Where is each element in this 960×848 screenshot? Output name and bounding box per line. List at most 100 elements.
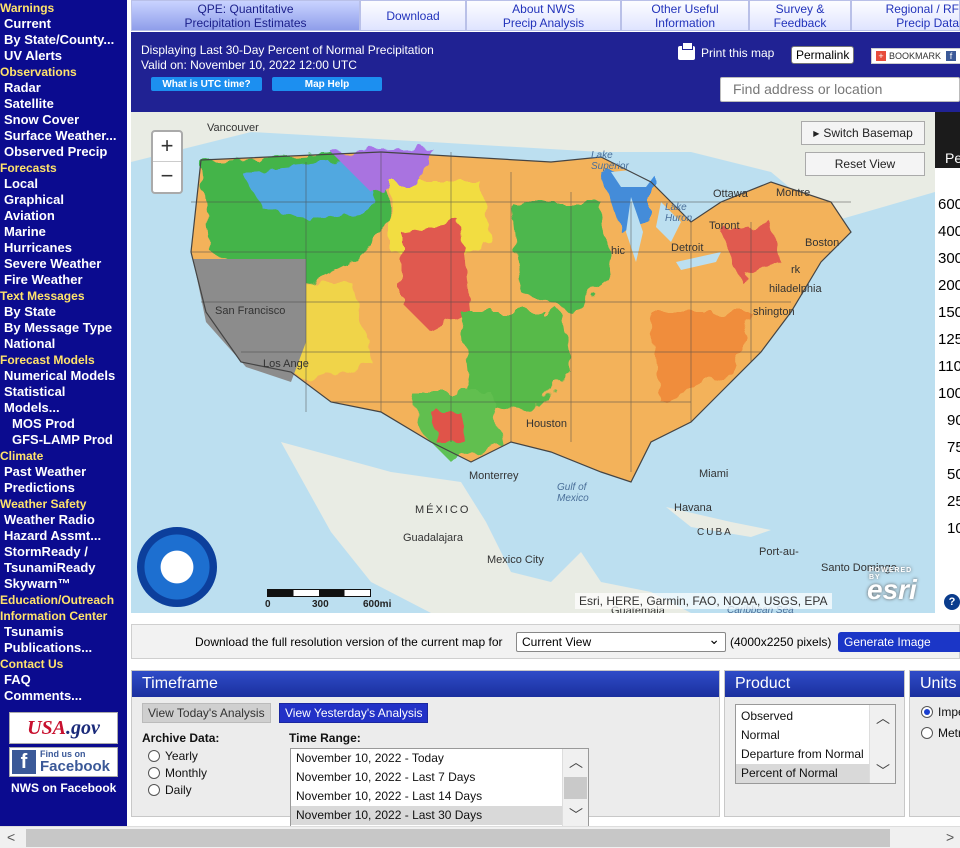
radio-icon[interactable] (148, 750, 160, 762)
nav-item[interactable]: Hazard Assmt... (0, 528, 127, 544)
nav-item[interactable]: National (0, 336, 127, 352)
nav-item[interactable]: Weather Radio (0, 512, 127, 528)
nav-item[interactable]: Aviation (0, 208, 127, 224)
time-range-scrollbar[interactable]: ︿ ﹀ (562, 749, 588, 826)
nav-section-header[interactable]: Education/Outreach (0, 592, 127, 608)
nav-item[interactable]: Observed Precip (0, 144, 127, 160)
permalink-button[interactable]: Permalink (791, 46, 855, 64)
nav-item[interactable]: FAQ (0, 672, 127, 688)
generate-image-button[interactable]: Generate Image (838, 632, 960, 652)
archive-radio[interactable]: Monthly (148, 766, 207, 780)
nav-item[interactable]: Severe Weather (0, 256, 127, 272)
download-extent-select[interactable]: Current View (516, 630, 726, 652)
chevron-up-icon[interactable]: ︿ (870, 708, 895, 728)
scroll-right-icon[interactable]: > (946, 829, 954, 845)
nav-item[interactable]: TsunamiReady (0, 560, 127, 576)
scroll-thumb[interactable] (564, 777, 587, 799)
time-range-option[interactable]: November 10, 2022 - Last 30 Days (291, 806, 588, 825)
nav-item[interactable]: By Message Type (0, 320, 127, 336)
view-yesterday-button[interactable]: View Yesterday's Analysis (279, 703, 429, 723)
nav-item[interactable]: Skywarn™ (0, 576, 127, 592)
nav-section-header[interactable]: Forecast Models (0, 352, 127, 368)
nav-item[interactable]: Local (0, 176, 127, 192)
tab-regional[interactable]: Regional / RF Precip Data (851, 0, 960, 31)
scroll-thumb[interactable] (26, 829, 890, 847)
precipitation-map[interactable]: + − ▶ Switch Basemap Reset View Vancouve… (131, 112, 935, 613)
location-search-input[interactable]: Find address or location (720, 77, 960, 102)
bookmark-button[interactable]: + BOOKMARK f (871, 48, 960, 64)
nav-item[interactable]: Tsunamis (0, 624, 127, 640)
radio-icon[interactable] (921, 727, 933, 739)
nav-section-header[interactable]: Climate (0, 448, 127, 464)
nav-item[interactable]: Marine (0, 224, 127, 240)
nav-item[interactable]: By State (0, 304, 127, 320)
switch-basemap-label: Switch Basemap (823, 126, 913, 140)
utc-time-button[interactable]: What is UTC time? (151, 77, 262, 91)
nav-item[interactable]: UV Alerts (0, 48, 127, 64)
nav-item[interactable]: Numerical Models (0, 368, 127, 384)
units-radio[interactable]: Metr (921, 726, 960, 740)
tab-survey[interactable]: Survey & Feedback (749, 0, 851, 31)
time-range-list[interactable]: November 10, 2022 - Today November 10, 20… (290, 748, 589, 827)
archive-radio[interactable]: Yearly (148, 749, 198, 763)
nav-section-header[interactable]: Text Messages (0, 288, 127, 304)
print-map-link[interactable]: Print this map (678, 42, 774, 60)
nav-item[interactable]: Radar (0, 80, 127, 96)
nav-section-header[interactable]: Weather Safety (0, 496, 127, 512)
switch-basemap-button[interactable]: ▶ Switch Basemap (801, 121, 925, 145)
nav-item[interactable]: Comments... (0, 688, 127, 704)
zoom-out-button[interactable]: − (153, 162, 181, 192)
timeframe-panel: Timeframe View Today's Analysis View Yes… (131, 670, 720, 827)
nws-facebook-link[interactable]: NWS on Facebook (11, 781, 127, 795)
tab-about[interactable]: About NWS Precip Analysis (466, 0, 621, 31)
help-icon[interactable]: ? (944, 594, 960, 610)
nav-section-header[interactable]: Forecasts (0, 160, 127, 176)
nav-item[interactable]: GFS-LAMP Prod (0, 432, 127, 448)
product-list[interactable]: Observed Normal Departure from Normal Perce… (735, 704, 896, 784)
chevron-down-icon[interactable]: ﹀ (563, 805, 588, 825)
nav-item[interactable]: Graphical (0, 192, 127, 208)
nav-item[interactable]: By State/County... (0, 32, 127, 48)
facebook-badge[interactable]: f Find us on Facebook (9, 747, 118, 777)
nav-item[interactable]: StormReady / (0, 544, 127, 560)
chevron-up-icon[interactable]: ︿ (563, 752, 588, 772)
radio-label: Yearly (165, 749, 198, 763)
time-range-option[interactable]: November 10, 2022 - Last 14 Days (291, 787, 588, 806)
nav-section-header[interactable]: Information Center (0, 608, 127, 624)
time-range-option[interactable]: November 10, 2022 - Last 7 Days (291, 768, 588, 787)
reset-view-button[interactable]: Reset View (805, 152, 925, 176)
nav-section-header[interactable]: Contact Us (0, 656, 127, 672)
horizontal-scrollbar[interactable]: < > (0, 826, 960, 848)
radio-icon[interactable] (148, 767, 160, 779)
nav-item[interactable]: Snow Cover (0, 112, 127, 128)
view-today-button[interactable]: View Today's Analysis (142, 703, 271, 723)
tab-qpe[interactable]: QPE: Quantitative Precipitation Estimates (131, 0, 360, 31)
time-range-option[interactable]: November 10, 2022 - Today (291, 749, 588, 768)
radio-icon[interactable] (921, 706, 933, 718)
nav-section-header[interactable]: Warnings (0, 0, 127, 16)
zoom-in-button[interactable]: + (153, 132, 181, 162)
map-legend: Pe 600 400 300 200 150 125 110 100 90 75… (935, 112, 960, 613)
nav-item[interactable]: Publications... (0, 640, 127, 656)
nav-item[interactable]: Predictions (0, 480, 127, 496)
nav-section-header[interactable]: Observations (0, 64, 127, 80)
nav-item[interactable]: Fire Weather (0, 272, 127, 288)
product-scrollbar[interactable]: ︿ ﹀ (869, 705, 895, 783)
nav-item[interactable]: Models... (0, 400, 127, 416)
archive-radio[interactable]: Daily (148, 783, 192, 797)
nav-item[interactable]: Statistical (0, 384, 127, 400)
radio-icon[interactable] (148, 784, 160, 796)
nav-item[interactable]: Past Weather (0, 464, 127, 480)
nav-item[interactable]: Current (0, 16, 127, 32)
nav-item[interactable]: MOS Prod (0, 416, 127, 432)
scroll-left-icon[interactable]: < (7, 829, 15, 845)
nav-item[interactable]: Satellite (0, 96, 127, 112)
map-help-button[interactable]: Map Help (272, 77, 382, 91)
nav-item[interactable]: Surface Weather... (0, 128, 127, 144)
tab-download[interactable]: Download (360, 0, 466, 31)
usagov-logo[interactable]: USA .gov (9, 712, 118, 744)
nav-item[interactable]: Hurricanes (0, 240, 127, 256)
tab-other-info[interactable]: Other Useful Information (621, 0, 749, 31)
chevron-down-icon[interactable]: ﹀ (870, 761, 895, 781)
units-radio[interactable]: Impe (921, 705, 960, 719)
